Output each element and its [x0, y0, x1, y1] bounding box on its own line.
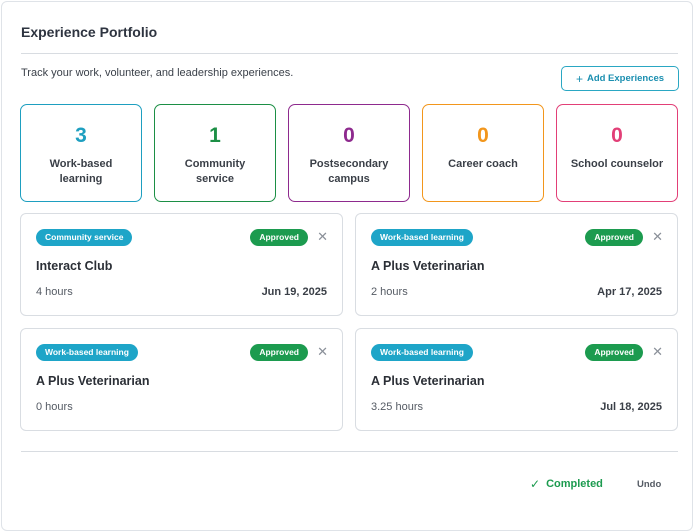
stat-label: Career coach: [448, 158, 518, 170]
status-badge: Approved: [250, 344, 308, 361]
stat-count: 0: [477, 124, 489, 147]
plus-icon: +: [575, 71, 583, 86]
experience-hours: 3.25 hours: [371, 401, 423, 413]
page-subtitle: Track your work, volunteer, and leadersh…: [21, 67, 294, 79]
stat-label: Community service: [184, 158, 246, 185]
category-badge: Work-based learning: [36, 344, 138, 361]
category-badge: Work-based learning: [371, 344, 473, 361]
experience-name: A Plus Veterinarian: [371, 374, 485, 388]
experience-card[interactable]: Work-based learning Approved ✕ A Plus Ve…: [355, 213, 678, 316]
close-icon[interactable]: ✕: [652, 343, 663, 360]
status-badge: Approved: [585, 344, 643, 361]
header-divider: [21, 53, 678, 54]
footer-divider: [21, 451, 678, 452]
status-badge: Approved: [585, 229, 643, 246]
experience-date: Jul 18, 2025: [600, 401, 662, 413]
stat-school-counselor[interactable]: 0 School counselor: [556, 104, 678, 202]
close-icon[interactable]: ✕: [317, 343, 328, 360]
stat-community-service[interactable]: 1 Community service: [154, 104, 276, 202]
stat-label: Work-based learning: [49, 158, 113, 185]
experience-portfolio-panel: Experience Portfolio Track your work, vo…: [1, 1, 693, 531]
experience-name: A Plus Veterinarian: [36, 374, 150, 388]
stat-work-based-learning[interactable]: 3 Work-based learning: [20, 104, 142, 202]
experience-hours: 0 hours: [36, 401, 73, 413]
experience-card[interactable]: Work-based learning Approved ✕ A Plus Ve…: [20, 328, 343, 431]
experience-name: A Plus Veterinarian: [371, 259, 485, 273]
experience-name: Interact Club: [36, 259, 113, 273]
stat-count: 3: [75, 124, 87, 147]
experience-hours: 2 hours: [371, 286, 408, 298]
add-experiences-button[interactable]: + Add Experiences: [561, 66, 679, 91]
experience-date: Jun 19, 2025: [261, 286, 327, 298]
page-title: Experience Portfolio: [21, 24, 158, 40]
completed-status: ✓ Completed: [530, 477, 603, 491]
category-badge: Community service: [36, 229, 133, 246]
experience-card[interactable]: Community service Approved ✕ Interact Cl…: [20, 213, 343, 316]
stat-career-coach[interactable]: 0 Career coach: [422, 104, 544, 202]
stat-label: Postsecondary campus: [309, 158, 389, 185]
close-icon[interactable]: ✕: [317, 228, 328, 245]
stat-count: 0: [611, 124, 623, 147]
experience-hours: 4 hours: [36, 286, 73, 298]
category-badge: Work-based learning: [371, 229, 473, 246]
stat-count: 1: [209, 124, 221, 147]
stat-count: 0: [343, 124, 355, 147]
add-experiences-label: Add Experiences: [586, 73, 665, 84]
experience-card[interactable]: Work-based learning Approved ✕ A Plus Ve…: [355, 328, 678, 431]
status-badge: Approved: [250, 229, 308, 246]
stat-label: School counselor: [570, 158, 664, 170]
check-icon: ✓: [530, 477, 541, 491]
experience-date: Apr 17, 2025: [597, 286, 662, 298]
close-icon[interactable]: ✕: [652, 228, 663, 245]
undo-button[interactable]: Undo: [637, 479, 661, 490]
stat-postsecondary-campus[interactable]: 0 Postsecondary campus: [288, 104, 410, 202]
completed-label: Completed: [546, 478, 603, 490]
